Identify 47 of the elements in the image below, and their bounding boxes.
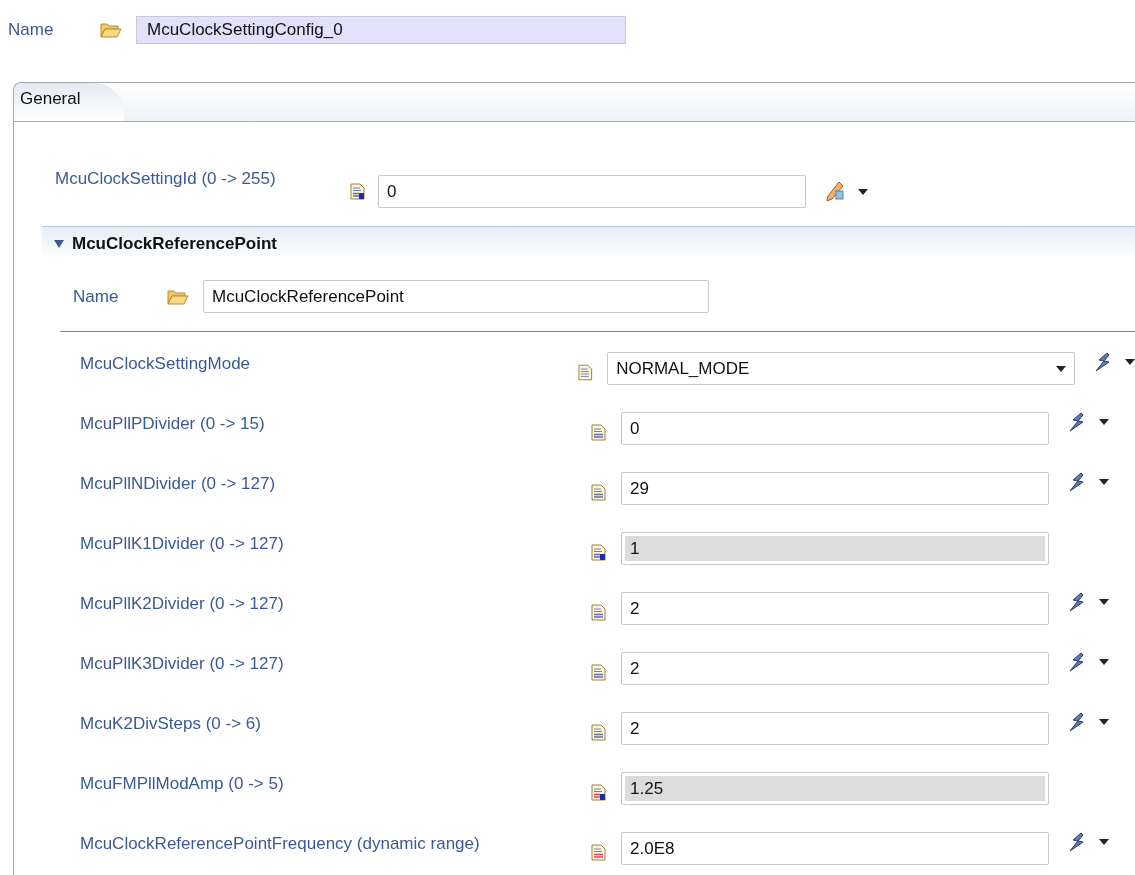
folder-icon xyxy=(167,288,189,305)
document-icon xyxy=(590,784,607,801)
field-label: McuClockSettingMode xyxy=(80,353,252,374)
dropdown[interactable]: NORMAL_MODE xyxy=(607,352,1075,385)
document-icon xyxy=(590,604,607,621)
caret-icon[interactable] xyxy=(1125,359,1135,365)
field-label: McuClockSettingId (0 -> 255) xyxy=(55,169,277,189)
caret-icon[interactable] xyxy=(1099,719,1109,725)
input-field[interactable]: 2 xyxy=(621,712,1049,745)
document-icon xyxy=(590,484,607,501)
document-icon xyxy=(590,844,607,861)
folder-icon xyxy=(100,22,122,38)
input-field[interactable]: 2 xyxy=(621,652,1049,685)
field-label: McuPllPDivider (0 -> 15) xyxy=(80,413,266,434)
section-title: McuClockReferencePoint xyxy=(72,233,277,254)
input-field[interactable]: 29 xyxy=(621,472,1049,505)
name-field[interactable]: McuClockSettingConfig_0 xyxy=(136,16,626,44)
document-icon xyxy=(576,364,594,381)
caret-icon[interactable] xyxy=(858,188,868,195)
collapse-icon[interactable] xyxy=(54,239,64,248)
caret-icon[interactable] xyxy=(1099,419,1109,425)
caret-icon[interactable] xyxy=(1099,659,1109,665)
caret-icon[interactable] xyxy=(1099,479,1109,485)
input-field[interactable]: 2.0E8 xyxy=(621,832,1049,865)
field-label: McuPllK2Divider (0 -> 127) xyxy=(80,593,285,614)
caret-icon[interactable] xyxy=(1056,365,1066,372)
document-icon xyxy=(590,664,607,681)
name-label: Name xyxy=(8,20,55,40)
document-icon xyxy=(349,183,366,200)
name-field[interactable]: McuClockReferencePoint xyxy=(203,280,709,313)
field-label: McuK2DivSteps (0 -> 6) xyxy=(80,713,262,734)
input-field[interactable]: 0 xyxy=(621,412,1049,445)
field-label: McuPllK1Divider (0 -> 127) xyxy=(80,533,285,554)
caret-icon[interactable] xyxy=(1099,599,1109,605)
pencil-icon[interactable] xyxy=(824,180,846,203)
document-icon xyxy=(590,544,607,561)
caret-icon[interactable] xyxy=(1099,839,1109,845)
input-field[interactable]: 0 xyxy=(378,175,806,208)
document-icon xyxy=(590,424,607,441)
field-label: McuPllK3Divider (0 -> 127) xyxy=(80,653,285,674)
field-label: McuFMPllModAmp (0 -> 5) xyxy=(80,773,285,794)
name-label: Name xyxy=(73,286,120,307)
field-label: McuPllNDivider (0 -> 127) xyxy=(80,473,277,494)
input-field[interactable]: 2 xyxy=(621,592,1049,625)
document-icon xyxy=(590,724,607,741)
tab[interactable]: General xyxy=(14,83,125,121)
field-label: McuClockReferencePointFrequency (dynamic range) xyxy=(80,833,481,854)
